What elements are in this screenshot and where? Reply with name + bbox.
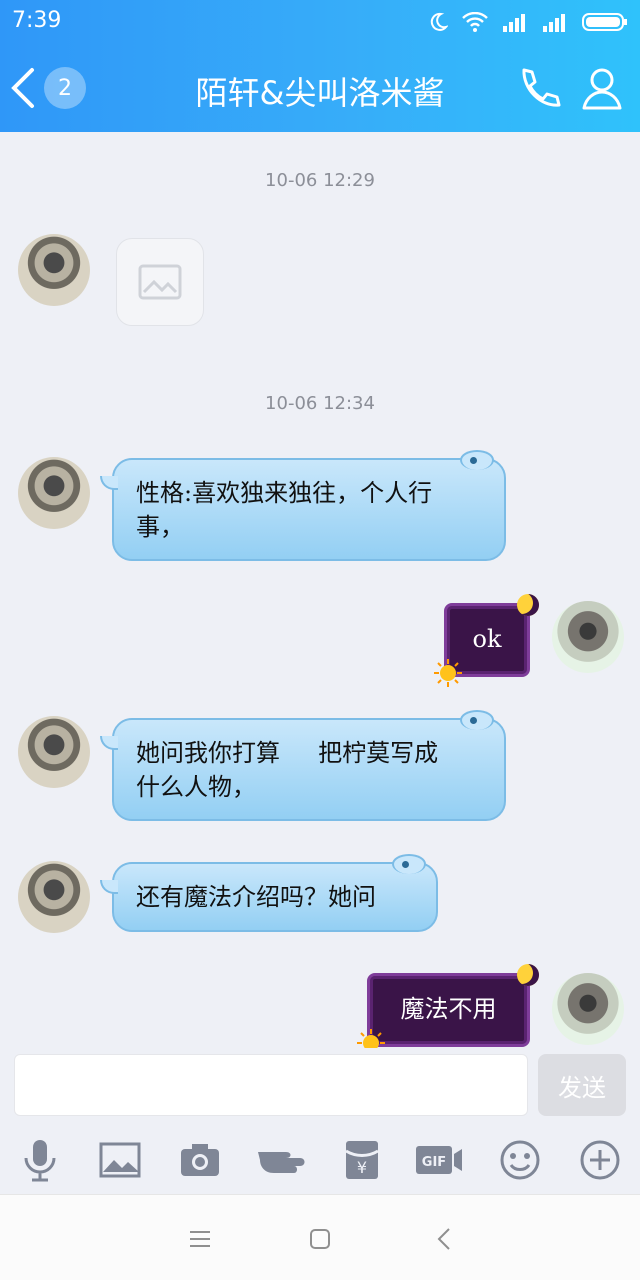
avatar-self[interactable] (552, 973, 624, 1045)
status-time: 7:39 (12, 8, 62, 33)
broken-image-icon (138, 264, 182, 300)
message-text: ok (472, 625, 502, 653)
signal-icon (503, 14, 525, 32)
avatar-friend[interactable] (18, 861, 90, 933)
message-text: 什么人物， (136, 773, 256, 801)
input-toolbar: ¥ GIF (0, 1128, 640, 1194)
profile-button[interactable] (578, 64, 626, 112)
message-input[interactable] (14, 1054, 528, 1116)
mic-icon[interactable] (16, 1136, 64, 1184)
moon-decoration-icon (517, 964, 539, 986)
message-bubble-self[interactable]: 魔法不用 (357, 964, 539, 1057)
top-bar: 7:39 2 陌轩&尖叫洛米酱 (0, 0, 640, 132)
emoji-icon[interactable] (496, 1136, 544, 1184)
system-nav-bar (0, 1194, 640, 1280)
wifi-icon (462, 12, 488, 32)
svg-text:¥: ¥ (357, 1158, 367, 1177)
status-icons (428, 10, 628, 34)
status-bar: 7:39 (0, 0, 640, 44)
timestamp: 10-06 12:34 (265, 393, 375, 414)
red-packet-icon[interactable]: ¥ (338, 1136, 386, 1184)
send-button[interactable]: 发送 (538, 1054, 626, 1116)
message-text: 性格:喜欢独来独往，个人行 (136, 479, 433, 507)
signal-icon-2 (543, 14, 565, 32)
message-text: 魔法不用 (400, 995, 497, 1023)
avatar-friend[interactable] (18, 234, 90, 306)
chat-title: 陌轩&尖叫洛米酱 (195, 74, 445, 112)
message-text: 还有魔法介绍吗？她问 (136, 883, 376, 911)
call-button[interactable] (514, 64, 562, 112)
input-bar: 发送 (0, 1048, 640, 1128)
sun-decoration-icon (434, 659, 462, 687)
home-icon[interactable] (300, 1223, 340, 1255)
avatar-friend[interactable] (18, 716, 90, 788)
avatar-self[interactable] (552, 601, 624, 673)
message-bubble[interactable]: 性格:喜欢独来独往，个人行 事， (100, 450, 506, 561)
gif-icon[interactable]: GIF (414, 1136, 464, 1184)
menu-icon[interactable] (180, 1223, 220, 1255)
message-text: 她问我你打算 把柠莫写成 (136, 739, 439, 767)
image-message[interactable] (116, 238, 204, 326)
plus-icon[interactable] (576, 1136, 624, 1184)
chat-header: 2 陌轩&尖叫洛米酱 (0, 44, 640, 132)
poke-icon[interactable] (256, 1136, 308, 1184)
moon-icon (430, 12, 448, 31)
camera-icon[interactable] (176, 1136, 224, 1184)
unread-badge: 2 (44, 67, 86, 109)
message-bubble[interactable]: 她问我你打算 把柠莫写成 什么人物， (100, 710, 506, 821)
avatar-friend[interactable] (18, 457, 90, 529)
timestamp: 10-06 12:29 (265, 170, 375, 191)
message-bubble-self[interactable]: ok (434, 594, 539, 687)
message-text: 事， (136, 513, 184, 541)
message-bubble[interactable]: 还有魔法介绍吗？她问 (100, 854, 438, 932)
phone-icon (522, 68, 561, 107)
image-icon[interactable] (96, 1136, 144, 1184)
back-button[interactable]: 2 (10, 64, 90, 112)
svg-text:GIF: GIF (422, 1155, 446, 1170)
chevron-left-icon (11, 68, 34, 108)
back-nav-icon[interactable] (424, 1223, 464, 1255)
battery-icon (582, 13, 627, 31)
moon-decoration-icon (517, 594, 539, 616)
person-icon (582, 68, 622, 110)
